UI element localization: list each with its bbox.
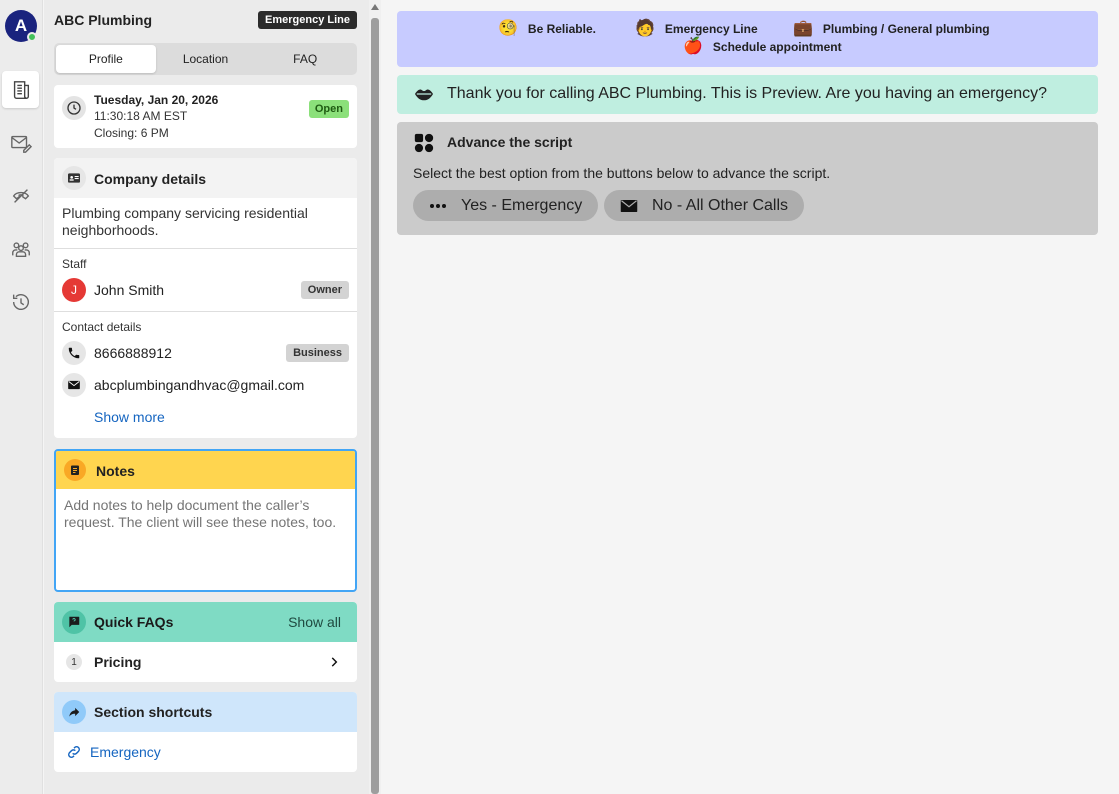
show-all-faqs-link[interactable]: Show all [288,614,341,630]
monocle-face-icon: 🧐 [498,20,518,37]
phone-number[interactable]: 8666888912 [94,345,172,361]
banner-emergency-line-text: Emergency Line [664,22,758,36]
history-icon [12,293,29,310]
section-shortcuts-header: Section shortcuts [54,692,357,732]
script-main-area: 🧐 Be Reliable. 🧑 Emergency Line 💼 Plumbi… [381,0,1119,794]
messages-nav-button[interactable] [2,124,39,161]
staff-initial: J [71,283,77,297]
briefcase-icon: 💼 [793,20,813,37]
email-address[interactable]: abcplumbingandhvac@gmail.com [94,377,304,393]
banner-category: 💼 Plumbing / General plumbing [793,21,990,37]
notepad-icon [64,459,86,481]
notes-title: Notes [96,463,135,479]
panel-scrollbar[interactable] [369,0,381,794]
shortcut-emergency-link[interactable]: Emergency [90,744,161,760]
yes-emergency-button[interactable]: Yes - Emergency [413,190,599,221]
scroll-up-arrow-icon[interactable] [371,4,379,10]
faq-chat-icon [62,610,86,634]
more-dots-icon [430,203,446,208]
faq-number-badge: 1 [66,654,82,670]
calls-nav-button[interactable] [2,177,39,214]
person-icon: 🧑 [635,20,655,37]
id-card-icon [62,166,86,190]
emergency-line-tag: Emergency Line [258,11,357,29]
quick-faqs-title: Quick FAQs [94,614,174,630]
staff-avatar: J [62,278,86,302]
banner-appointment: 🍎 Schedule appointment [683,39,842,55]
advance-script-title: Advance the script [447,134,573,150]
business-hours-card: Tuesday, Jan 20, 2026 11:30:18 AM EST Cl… [54,85,357,148]
advance-script-instruction: Select the best option from the buttons … [413,165,831,181]
section-shortcuts-card: Section shortcuts Emergency [54,692,357,772]
script-icon [13,80,29,99]
grid-apps-icon [414,133,434,153]
link-icon [68,746,80,758]
company-details-card: Company details Plumbing company servici… [54,158,357,438]
greeting-script-line: Thank you for calling ABC Plumbing. This… [397,75,1098,114]
faq-item-pricing[interactable]: Pricing [94,654,141,670]
yes-emergency-label: Yes - Emergency [461,196,583,214]
panel-tabs: Profile Location FAQ [54,43,357,75]
avatar-letter: A [14,16,28,35]
quick-faqs-card: Quick FAQs Show all 1 Pricing [54,602,357,682]
show-more-link[interactable]: Show more [94,409,165,425]
banner-reliable: 🧐 Be Reliable. [498,21,596,37]
no-other-calls-label: No - All Other Calls [652,196,789,214]
banner-reliable-text: Be Reliable. [527,22,596,36]
online-status-dot [27,32,37,42]
staff-label: Staff [62,257,87,271]
staff-role-badge: Owner [300,281,349,299]
share-arrow-icon [62,700,86,724]
divider [54,248,357,249]
company-name: ABC Plumbing [54,12,152,28]
apple-icon: 🍎 [683,38,703,55]
contact-details-label: Contact details [62,320,142,334]
notes-header: Notes [56,451,355,489]
phone-icon [62,341,86,365]
user-avatar[interactable]: A [5,10,37,42]
advance-script-card: Advance the script Select the best optio… [397,122,1098,235]
current-time: 11:30:18 AM EST [94,109,188,123]
company-details-title: Company details [94,171,207,187]
no-other-calls-button[interactable]: No - All Other Calls [604,190,805,221]
company-details-header: Company details [54,158,357,198]
open-status-badge: Open [308,100,349,118]
divider [54,311,357,312]
tab-location[interactable]: Location [156,45,256,73]
greeting-text: Thank you for calling ABC Plumbing. This… [447,85,1048,102]
scroll-thumb[interactable] [371,18,379,794]
nav-rail: A [0,0,43,794]
section-shortcuts-title: Section shortcuts [94,704,213,720]
notes-textarea[interactable] [64,497,348,585]
current-date: Tuesday, Jan 20, 2026 [94,93,219,107]
caller-info-panel: ABC Plumbing Emergency Line Profile Loca… [44,0,369,794]
history-nav-button[interactable] [2,283,39,320]
mail-edit-icon [10,135,32,153]
lips-icon [415,89,433,101]
banner-emergency-line: 🧑 Emergency Line [635,21,758,37]
quick-faqs-header: Quick FAQs Show all [54,602,357,642]
staff-name[interactable]: John Smith [94,282,164,298]
email-icon [62,373,86,397]
closing-time: Closing: 6 PM [94,126,169,140]
tab-faq[interactable]: FAQ [255,45,355,73]
team-icon [11,241,30,257]
envelope-icon [620,199,638,212]
tab-profile[interactable]: Profile [56,45,156,73]
company-description: Plumbing company servicing residential n… [62,205,308,238]
phone-type-badge: Business [286,344,349,362]
call-info-banner: 🧐 Be Reliable. 🧑 Emergency Line 💼 Plumbi… [397,11,1098,67]
banner-appointment-text: Schedule appointment [712,40,842,54]
clock-icon [62,96,86,120]
team-nav-button[interactable] [2,230,39,267]
chevron-right-icon[interactable] [327,654,341,670]
script-nav-button[interactable] [2,71,39,108]
notes-card: Notes [54,449,357,592]
banner-category-text: Plumbing / General plumbing [822,22,990,36]
no-call-icon [12,188,29,203]
